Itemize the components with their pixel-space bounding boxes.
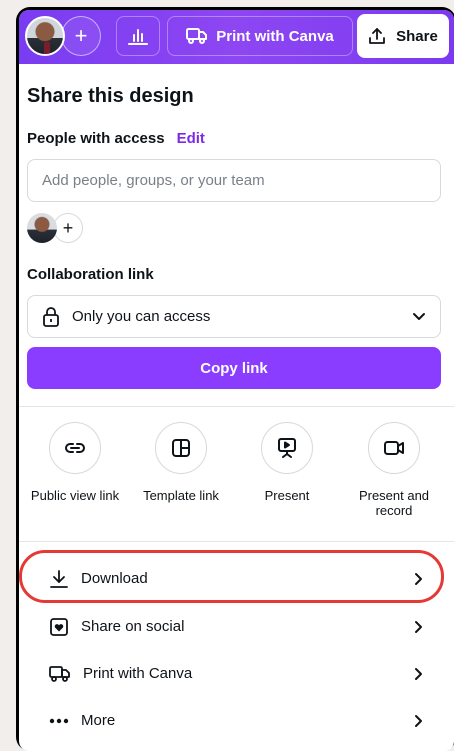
add-people-input[interactable] bbox=[27, 159, 441, 202]
section-divider bbox=[19, 541, 454, 542]
share-label: Share bbox=[396, 27, 438, 45]
top-toolbar: + Print with Canva Share bbox=[19, 10, 454, 64]
quick-action-label: Present and record bbox=[358, 488, 430, 518]
edit-link[interactable]: Edit bbox=[177, 130, 205, 147]
access-value: Only you can access bbox=[72, 308, 211, 325]
truck-icon bbox=[49, 665, 71, 683]
collaboration-link-label: Collaboration link bbox=[27, 266, 154, 283]
add-collaborator-icon[interactable]: + bbox=[53, 213, 83, 243]
print-label: Print with Canva bbox=[216, 27, 334, 45]
heart-square-icon bbox=[49, 617, 69, 637]
access-avatars: + bbox=[27, 213, 83, 243]
menu-item-label: Print with Canva bbox=[83, 665, 193, 682]
more-menu-item[interactable]: More bbox=[19, 697, 454, 744]
quick-action-label: Present bbox=[264, 488, 310, 503]
present-action[interactable]: Present bbox=[232, 422, 342, 503]
collaborators-group[interactable]: + bbox=[25, 16, 111, 56]
chevron-right-icon bbox=[414, 667, 424, 681]
chevron-down-icon bbox=[412, 312, 426, 322]
share-screen: + Print with Canva Share Share this desi… bbox=[19, 10, 454, 751]
chevron-right-icon bbox=[414, 714, 424, 728]
template-link-action[interactable]: Template link bbox=[126, 422, 236, 503]
insights-button[interactable] bbox=[116, 16, 160, 56]
user-avatar[interactable] bbox=[25, 16, 65, 56]
quick-action-label: Public view link bbox=[30, 488, 120, 503]
quick-action-label: Template link bbox=[143, 488, 219, 503]
access-level-dropdown[interactable]: Only you can access bbox=[27, 295, 441, 338]
copy-link-button[interactable]: Copy link bbox=[27, 347, 441, 389]
plus-icon[interactable]: + bbox=[61, 16, 101, 56]
chevron-right-icon bbox=[414, 620, 424, 634]
download-highlight-outline bbox=[19, 550, 444, 603]
menu-item-label: Share on social bbox=[81, 618, 185, 635]
share-button[interactable]: Share bbox=[357, 14, 449, 58]
camera-icon bbox=[368, 422, 420, 474]
quick-actions: Public view link Template link Present P… bbox=[19, 422, 454, 532]
collaborator-avatar[interactable] bbox=[27, 213, 57, 243]
public-view-link-action[interactable]: Public view link bbox=[20, 422, 130, 503]
upload-icon bbox=[368, 27, 386, 45]
more-dots-icon bbox=[49, 718, 69, 724]
present-icon bbox=[261, 422, 313, 474]
template-icon bbox=[155, 422, 207, 474]
menu-item-label: More bbox=[81, 712, 116, 729]
present-and-record-action[interactable]: Present and record bbox=[339, 422, 449, 518]
lock-icon bbox=[42, 306, 60, 327]
link-icon bbox=[49, 422, 101, 474]
share-on-social-menu-item[interactable]: Share on social bbox=[19, 603, 454, 650]
print-with-canva-button[interactable]: Print with Canva bbox=[167, 16, 353, 56]
bar-chart-icon bbox=[128, 27, 148, 45]
print-with-canva-menu-item[interactable]: Print with Canva bbox=[19, 650, 454, 697]
people-access-label: People with access bbox=[27, 130, 165, 147]
people-access-row: People with access Edit bbox=[27, 130, 205, 147]
panel-title: Share this design bbox=[27, 85, 194, 107]
truck-icon bbox=[186, 27, 208, 45]
section-divider bbox=[19, 406, 454, 407]
